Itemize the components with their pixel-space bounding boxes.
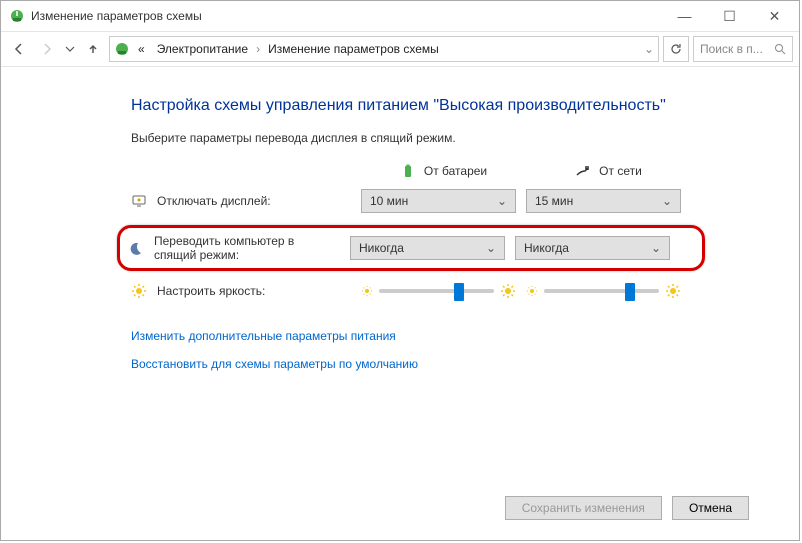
breadcrumb-prefix: «	[134, 40, 149, 58]
search-icon	[774, 43, 786, 55]
chevron-right-icon: ›	[256, 42, 260, 56]
restore-defaults-link[interactable]: Восстановить для схемы параметры по умол…	[131, 357, 739, 371]
sleep-battery-select[interactable]: Никогда ⌄	[350, 236, 505, 260]
page-title: Настройка схемы управления питанием "Выс…	[131, 97, 739, 115]
sun-large-icon	[665, 283, 681, 299]
breadcrumb-item[interactable]: Электропитание	[153, 40, 252, 58]
sun-small-icon	[361, 285, 373, 297]
display-plugged-select[interactable]: 15 мин ⌄	[526, 189, 681, 213]
recent-dropdown[interactable]	[63, 37, 77, 61]
column-header-plugged: От сети	[526, 163, 691, 179]
brightness-battery-slider[interactable]	[361, 283, 516, 299]
search-input[interactable]: Поиск в п...	[693, 36, 793, 62]
breadcrumb-item[interactable]: Изменение параметров схемы	[264, 40, 443, 58]
row-label-display: Отключать дисплей:	[131, 193, 361, 209]
row-label-sleep: Переводить компьютер в спящий режим:	[128, 234, 350, 262]
maximize-button[interactable]: ☐	[707, 2, 752, 30]
forward-button[interactable]	[35, 37, 59, 61]
navigation-toolbar: « Электропитание › Изменение параметров …	[1, 31, 799, 67]
battery-icon	[400, 163, 416, 179]
column-header-battery: От батареи	[361, 163, 526, 179]
minimize-button[interactable]: —	[662, 2, 707, 30]
sleep-row-highlight: Переводить компьютер в спящий режим: Ник…	[117, 225, 705, 271]
monitor-icon	[131, 193, 147, 209]
power-options-icon	[9, 8, 25, 24]
chevron-down-icon[interactable]: ⌄	[644, 42, 654, 56]
moon-icon	[128, 240, 144, 256]
chevron-down-icon: ⌄	[651, 241, 661, 255]
sun-icon	[131, 283, 147, 299]
chevron-down-icon: ⌄	[497, 194, 507, 208]
save-button[interactable]: Сохранить изменения	[505, 496, 662, 520]
chevron-down-icon: ⌄	[662, 194, 672, 208]
search-placeholder: Поиск в п...	[700, 42, 772, 56]
power-options-icon	[114, 41, 130, 57]
back-button[interactable]	[7, 37, 31, 61]
address-bar[interactable]: « Электропитание › Изменение параметров …	[109, 36, 659, 62]
display-battery-select[interactable]: 10 мин ⌄	[361, 189, 516, 213]
page-subtitle: Выберите параметры перевода дисплея в сп…	[131, 131, 739, 145]
sleep-plugged-select[interactable]: Никогда ⌄	[515, 236, 670, 260]
sun-large-icon	[500, 283, 516, 299]
plug-icon	[575, 163, 591, 179]
chevron-down-icon: ⌄	[486, 241, 496, 255]
titlebar: Изменение параметров схемы — ☐ ✕	[1, 1, 799, 31]
window-title: Изменение параметров схемы	[31, 9, 662, 23]
up-button[interactable]	[81, 37, 105, 61]
sun-small-icon	[526, 285, 538, 297]
brightness-plugged-slider[interactable]	[526, 283, 681, 299]
row-label-brightness: Настроить яркость:	[131, 283, 361, 299]
refresh-button[interactable]	[663, 36, 689, 62]
advanced-settings-link[interactable]: Изменить дополнительные параметры питани…	[131, 329, 739, 343]
cancel-button[interactable]: Отмена	[672, 496, 749, 520]
close-button[interactable]: ✕	[752, 2, 797, 30]
